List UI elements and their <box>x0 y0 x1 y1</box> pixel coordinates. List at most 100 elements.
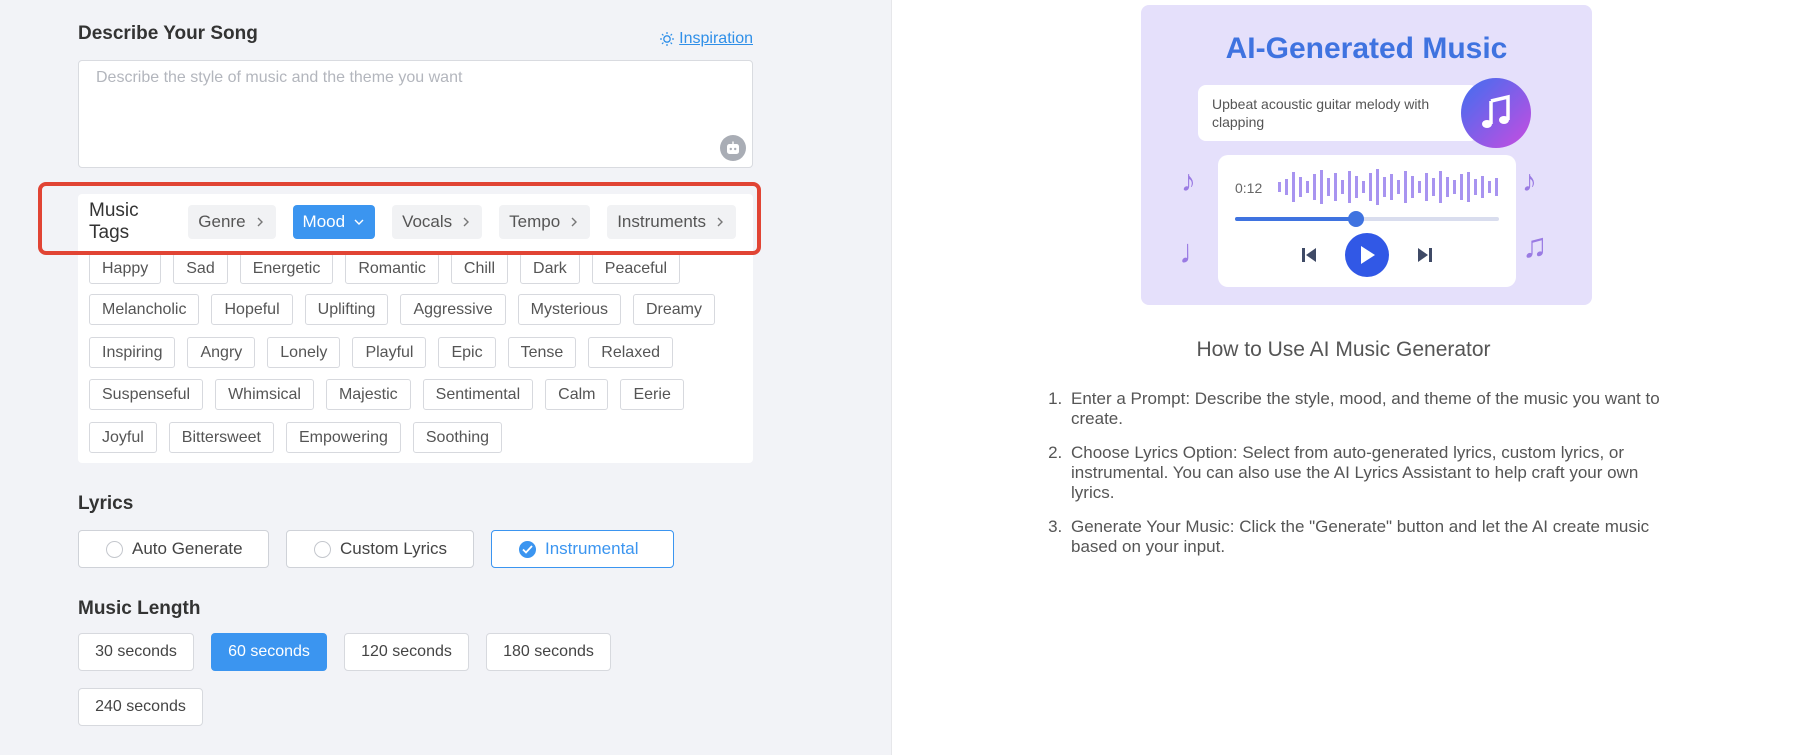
length-120-button[interactable]: 120 seconds <box>344 633 469 671</box>
music-length-title: Music Length <box>78 598 201 619</box>
mood-tag[interactable]: Joyful <box>89 422 157 453</box>
mood-tag[interactable]: Chill <box>450 253 509 284</box>
mood-tag[interactable]: Calm <box>545 379 609 410</box>
tab-tempo[interactable]: Tempo <box>499 205 591 239</box>
ai-assistant-button[interactable] <box>720 135 746 161</box>
auto-generate-option[interactable]: Auto Generate <box>78 530 269 568</box>
mood-tag[interactable]: Aggressive <box>400 294 506 325</box>
mood-tag[interactable]: Inspiring <box>89 337 176 368</box>
tab-genre-label: Genre <box>198 212 246 231</box>
mood-tag[interactable]: Eerie <box>620 379 684 410</box>
length-options-row: 30 seconds 60 seconds 120 seconds 180 se… <box>78 633 628 671</box>
mood-tag[interactable]: Dreamy <box>632 294 715 325</box>
mood-tag[interactable]: Hopeful <box>211 294 293 325</box>
tab-instruments[interactable]: Instruments <box>607 205 736 239</box>
playback-time: 0:12 <box>1235 180 1263 196</box>
tab-tempo-label: Tempo <box>509 212 561 231</box>
mood-tag[interactable]: Tense <box>507 337 577 368</box>
mood-tag[interactable]: Bittersweet <box>168 422 274 453</box>
howto-steps: Enter a Prompt: Describe the style, mood… <box>1067 389 1677 571</box>
auto-generate-label: Auto Generate <box>132 539 243 558</box>
mood-tag[interactable]: Lonely <box>267 337 341 368</box>
radio-icon <box>314 540 331 558</box>
length-240-button[interactable]: 240 seconds <box>78 688 203 726</box>
mood-tag[interactable]: Empowering <box>285 422 401 453</box>
progress-knob[interactable] <box>1348 211 1365 227</box>
mood-tag[interactable]: Angry <box>187 337 256 368</box>
chevron-right-icon <box>257 217 263 227</box>
tab-vocals[interactable]: Vocals <box>392 205 483 239</box>
mood-tag[interactable]: Playful <box>352 337 427 368</box>
tab-vocals-label: Vocals <box>402 212 453 231</box>
howto-step: Choose Lyrics Option: Select from auto-g… <box>1067 443 1677 503</box>
instrumental-option[interactable]: Instrumental <box>491 530 674 568</box>
mood-tag[interactable]: Epic <box>438 337 496 368</box>
prompt-box <box>78 60 753 168</box>
mood-tag[interactable]: Sad <box>173 253 228 284</box>
tab-mood[interactable]: Mood <box>292 205 376 239</box>
lightbulb-icon <box>660 32 675 46</box>
length-30-button[interactable]: 30 seconds <box>78 633 194 671</box>
music-note-icon: ♪ <box>1181 165 1196 198</box>
mood-tag-row: Joyful Bittersweet Empowering Soothing <box>89 422 514 453</box>
player-controls <box>1218 233 1516 277</box>
illustration-title: AI-Generated Music <box>1225 32 1508 65</box>
mood-tag-row: Inspiring Angry Lonely Playful Epic Tens… <box>89 337 685 368</box>
mood-tag[interactable]: Romantic <box>345 253 439 284</box>
mood-tag[interactable]: Happy <box>89 253 162 284</box>
length-options-row: 240 seconds <box>78 688 220 726</box>
chevron-right-icon <box>717 217 723 227</box>
tags-header: Music Tags Genre Mood Vocals Tempo Instr… <box>89 200 753 243</box>
play-button[interactable] <box>1345 233 1389 277</box>
song-description-input[interactable] <box>79 61 752 167</box>
tab-mood-label: Mood <box>302 212 346 231</box>
music-note-icon: ♫ <box>1522 227 1548 265</box>
prompt-bubble: Upbeat acoustic guitar melody with clapp… <box>1198 85 1478 141</box>
mood-tag-row: Suspenseful Whimsical Majestic Sentiment… <box>89 379 696 410</box>
howto-title: How to Use AI Music Generator <box>1196 338 1491 361</box>
progress-track[interactable] <box>1235 211 1499 227</box>
tab-instruments-label: Instruments <box>617 212 706 231</box>
mood-tag[interactable]: Relaxed <box>588 337 673 368</box>
mood-tag[interactable]: Sentimental <box>422 379 534 410</box>
music-tags-card: Music Tags Genre Mood Vocals Tempo Instr… <box>78 194 753 463</box>
music-tags-label: Music Tags <box>89 200 139 243</box>
mood-tag[interactable]: Suspenseful <box>89 379 204 410</box>
instrumental-label: Instrumental <box>545 539 639 558</box>
radio-icon <box>106 540 123 558</box>
skip-previous-icon[interactable] <box>1299 245 1319 265</box>
mood-tag[interactable]: Uplifting <box>304 294 389 325</box>
inspiration-link[interactable]: Inspiration <box>659 30 753 48</box>
length-60-button[interactable]: 60 seconds <box>211 633 327 671</box>
mood-tag[interactable]: Whimsical <box>215 379 314 410</box>
custom-lyrics-option[interactable]: Custom Lyrics <box>286 530 474 568</box>
music-note-icon: ♪ <box>1522 165 1537 198</box>
mood-tag[interactable]: Mysterious <box>517 294 621 325</box>
chevron-down-icon <box>354 219 364 225</box>
lyrics-options: Auto Generate Custom Lyrics Instrumental <box>78 530 691 568</box>
mood-tag[interactable]: Soothing <box>412 422 503 453</box>
howto-step: Enter a Prompt: Describe the style, mood… <box>1067 389 1677 429</box>
chevron-right-icon <box>463 217 470 227</box>
mood-tag-row: Melancholic Hopeful Uplifting Aggressive… <box>89 294 727 325</box>
inspiration-label: Inspiration <box>679 30 753 47</box>
length-180-button[interactable]: 180 seconds <box>486 633 611 671</box>
ai-music-illustration: AI-Generated Music Upbeat acoustic guita… <box>1141 5 1592 305</box>
describe-title: Describe Your Song <box>78 23 258 44</box>
waveform-icon <box>1278 169 1498 205</box>
music-note-icon <box>1461 78 1531 148</box>
mood-tag[interactable]: Dark <box>520 253 580 284</box>
mood-tag[interactable]: Majestic <box>325 379 411 410</box>
tab-genre[interactable]: Genre <box>188 205 276 239</box>
chevron-right-icon <box>571 217 578 227</box>
music-note-icon: ♩ <box>1179 233 1213 271</box>
mood-tag[interactable]: Melancholic <box>89 294 200 325</box>
howto-step: Generate Your Music: Click the "Generate… <box>1067 517 1677 557</box>
skip-next-icon[interactable] <box>1415 245 1435 265</box>
lyrics-title: Lyrics <box>78 493 134 514</box>
mood-tag[interactable]: Peaceful <box>591 253 681 284</box>
robot-icon <box>727 141 739 154</box>
mood-tag-row: Happy Sad Energetic Romantic Chill Dark … <box>89 253 692 284</box>
progress-fill <box>1235 217 1357 221</box>
mood-tag[interactable]: Energetic <box>239 253 334 284</box>
